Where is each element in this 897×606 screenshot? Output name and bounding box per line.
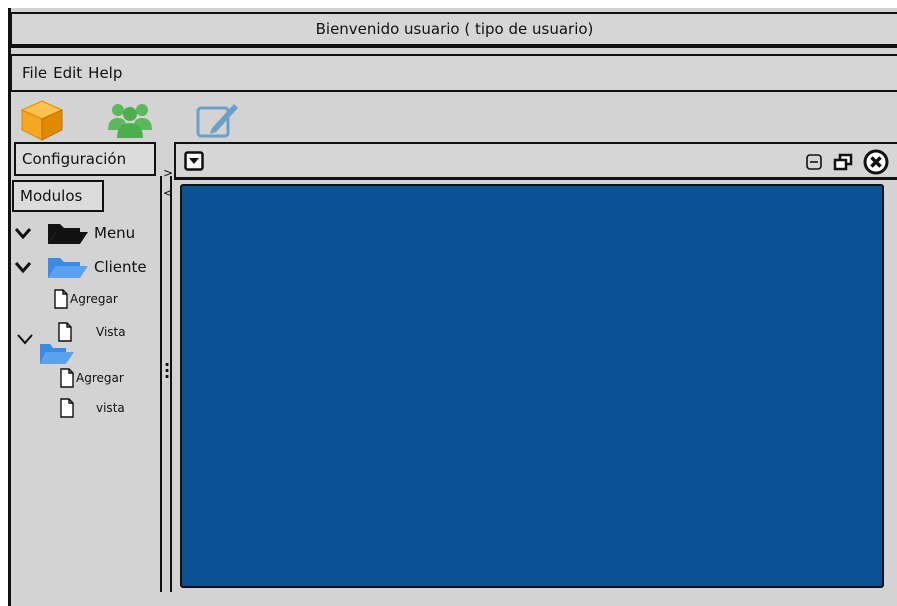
- tree-item-vista[interactable]: Vista: [58, 322, 126, 342]
- tab-configuracion[interactable]: Configuración: [14, 142, 156, 176]
- chevron-down-icon: [14, 228, 32, 240]
- tree-label-agregar-2: Agregar: [76, 371, 124, 385]
- tab-modulos[interactable]: Modulos: [12, 180, 104, 212]
- collapse-left-icon[interactable]: <: [163, 186, 173, 200]
- box-icon[interactable]: [18, 98, 66, 142]
- toolbar: [18, 98, 242, 142]
- tree-label-cliente: Cliente: [94, 258, 147, 276]
- splitter-grip-icon[interactable]: · · ·: [164, 357, 170, 385]
- folder-open-icon: [48, 258, 88, 278]
- tree-item-agregar[interactable]: Agregar: [54, 289, 118, 309]
- minimize-icon[interactable]: [805, 153, 823, 171]
- menu-file[interactable]: File: [22, 64, 47, 82]
- chevron-down-icon: [17, 334, 33, 345]
- chevron-down-icon: [14, 262, 32, 274]
- tree-node-cliente[interactable]: Cliente: [14, 254, 147, 280]
- panel-header: [174, 142, 897, 180]
- tree-label-agregar: Agregar: [70, 292, 118, 306]
- menu-edit[interactable]: Edit: [53, 64, 82, 82]
- window-title: Bienvenido usuario ( tipo de usuario): [315, 20, 594, 38]
- content-area[interactable]: [180, 184, 884, 588]
- tab-configuracion-label: Configuración: [22, 150, 127, 168]
- users-icon[interactable]: [106, 98, 154, 142]
- edit-icon[interactable]: [194, 98, 242, 142]
- tree-node-unnamed-folder[interactable]: [16, 332, 34, 346]
- file-icon: [60, 398, 74, 418]
- dropdown-toggle-icon[interactable]: [184, 151, 204, 171]
- folder-open-icon: [48, 224, 88, 244]
- tree-item-agregar-2[interactable]: Agregar: [60, 368, 124, 388]
- tree-label-vista: Vista: [96, 325, 126, 339]
- expand-right-icon[interactable]: >: [163, 166, 173, 180]
- file-icon: [54, 289, 68, 309]
- menu-help[interactable]: Help: [88, 64, 122, 82]
- close-icon[interactable]: [863, 149, 889, 175]
- tree-label-vista-2: vista: [96, 401, 125, 415]
- tree-node-menu[interactable]: Menu: [14, 220, 135, 246]
- tree-label-menu: Menu: [94, 224, 136, 242]
- restore-icon[interactable]: [833, 153, 853, 171]
- file-icon: [58, 322, 72, 342]
- file-icon: [60, 368, 74, 388]
- tab-modulos-label: Modulos: [20, 187, 83, 205]
- folder-open-icon: [38, 342, 76, 368]
- title-bar: Bienvenido usuario ( tipo de usuario): [10, 12, 897, 48]
- menu-bar: File Edit Help: [10, 54, 897, 92]
- tree-item-vista-2[interactable]: vista: [60, 398, 125, 418]
